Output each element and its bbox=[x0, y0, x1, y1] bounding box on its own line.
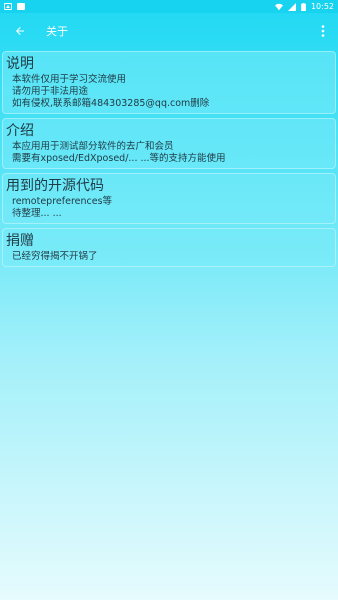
card-open-source: 用到的开源代码 remotepreferences等 待整理... ... bbox=[2, 173, 336, 224]
card-introduction: 介绍 本应用用于测试部分软件的去广和会员 需要有xposed/EdXposed/… bbox=[2, 118, 336, 169]
card-line: 本软件仅用于学习交流使用 bbox=[12, 74, 127, 85]
card-line: 本应用用于测试部分软件的去广和会员 bbox=[12, 141, 174, 152]
about-card-list: 说明 本软件仅用于学习交流使用 请勿用于非法用途 如有侵权,联系邮箱484303… bbox=[2, 51, 336, 271]
card-title: 说明 bbox=[6, 56, 34, 72]
back-arrow-icon bbox=[16, 27, 24, 35]
card-line: remotepreferences等 bbox=[12, 196, 113, 207]
signal-icon bbox=[287, 2, 296, 11]
card-title: 介绍 bbox=[6, 123, 34, 139]
page-title: 关于 bbox=[46, 25, 68, 38]
battery-icon bbox=[301, 2, 306, 11]
status-time: 10:52 bbox=[310, 2, 334, 11]
card-title: 捐赠 bbox=[6, 233, 34, 249]
x-notification-icon bbox=[17, 3, 25, 10]
more-vert-icon bbox=[321, 25, 325, 37]
card-instructions: 说明 本软件仅用于学习交流使用 请勿用于非法用途 如有侵权,联系邮箱484303… bbox=[2, 51, 336, 114]
card-line: 已经穷得揭不开锅了 bbox=[12, 251, 98, 262]
wifi-icon bbox=[274, 3, 283, 10]
more-options-button[interactable] bbox=[308, 13, 338, 49]
status-bar: 10:52 bbox=[0, 0, 338, 13]
card-line: 待整理... ... bbox=[12, 208, 62, 219]
image-notification-icon bbox=[4, 3, 12, 10]
notification-icons bbox=[4, 3, 25, 10]
back-button[interactable] bbox=[0, 13, 40, 49]
card-line: 请勿用于非法用途 bbox=[12, 86, 89, 97]
system-icons: 10:52 bbox=[274, 0, 334, 13]
card-donate[interactable]: 捐赠 已经穷得揭不开锅了 bbox=[2, 228, 336, 267]
card-title: 用到的开源代码 bbox=[6, 178, 104, 194]
card-line: 需要有xposed/EdXposed/... ...等的支持方能使用 bbox=[12, 153, 226, 164]
card-line: 如有侵权,联系邮箱484303285@qq.com删除 bbox=[12, 98, 210, 109]
app-bar: 关于 bbox=[0, 13, 338, 49]
